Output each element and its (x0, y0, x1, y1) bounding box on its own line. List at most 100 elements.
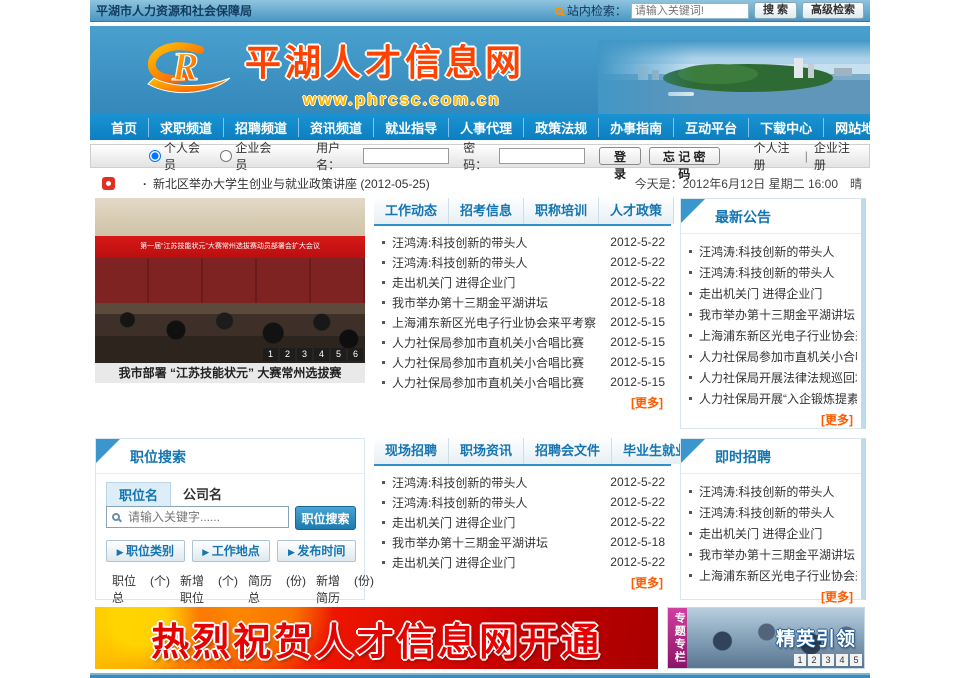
photo-page-button[interactable]: 4 (314, 348, 329, 361)
bullet-icon (382, 381, 385, 384)
nav-item[interactable]: 政策法规 (523, 118, 598, 137)
announcement-item[interactable]: 上海浦东新区光电子行业协会来平考 (689, 325, 857, 346)
side-banner-page-button[interactable]: 2 (808, 654, 820, 666)
bullet-icon (689, 355, 692, 358)
side-banner-page-button[interactable]: 4 (836, 654, 848, 666)
bullet-icon (382, 341, 385, 344)
recruit-item[interactable]: 汪鸿涛:科技创新的带头人 2012-5-22 (382, 492, 665, 512)
photo-page-button[interactable]: 1 (263, 348, 278, 361)
nav-item[interactable]: 就业指导 (373, 118, 448, 137)
job-filter-button[interactable]: 工作地点 (192, 540, 271, 562)
search-icon (555, 7, 563, 15)
recruit-item[interactable]: 汪鸿涛:科技创新的带头人 2012-5-22 (382, 472, 665, 492)
forgot-password-button[interactable]: 忘 记 密 码 (649, 147, 720, 165)
radio-personal[interactable] (149, 150, 161, 162)
ticker-text[interactable]: 新北区举办大学生创业与就业政策讲座 (2012-05-25) (143, 175, 430, 192)
password-field[interactable] (499, 148, 585, 164)
register-company-link[interactable]: 企业注册 (814, 139, 859, 173)
news-tabs-block: 工作动态 招考信息 职称培训 人才政策 汪鸿涛:科技创新的带头人 2012-5-… (374, 198, 671, 429)
svg-text:R: R (171, 44, 199, 89)
news-tab[interactable]: 招考信息 (449, 198, 524, 224)
announcement-item[interactable]: 我市举办第十三期金平湖讲坛 (689, 304, 857, 325)
bullet-icon (382, 321, 385, 324)
advanced-search-button[interactable]: 高级检索 (802, 2, 864, 19)
photo-pagination: 1 2 3 4 5 6 (263, 348, 363, 361)
announcement-item[interactable]: 人力社保局开展法律法规巡回培训 (689, 367, 857, 388)
news-more-link[interactable]: [更多] (374, 392, 671, 411)
conference-photo[interactable]: 第一届“江苏技能状元”大赛常州选拔赛动员部署会扩大会议 1 2 3 4 5 (95, 198, 365, 363)
news-item[interactable]: 汪鸿涛:科技创新的带头人 2012-5-22 (382, 232, 665, 252)
celebration-banner[interactable]: 热烈祝贺人才信息网开通 (95, 607, 658, 669)
news-item[interactable]: 上海浦东新区光电子行业协会来平考察 2012-5-15 (382, 312, 665, 332)
bullet-icon (689, 250, 692, 253)
nav-item[interactable]: 资讯频道 (298, 118, 373, 137)
side-banner-page-button[interactable]: 3 (822, 654, 834, 666)
special-column-title: 精英引领 (776, 624, 856, 651)
announcement-item[interactable]: 汪鸿涛:科技创新的带头人 (689, 262, 857, 283)
job-filter-button[interactable]: 职位类别 (106, 540, 185, 562)
site-title: 平湖人才信息网 (245, 34, 525, 86)
site-search-input[interactable] (631, 3, 749, 19)
announcement-title: 人力社保局参加市直机关小合唱比赛 (699, 348, 857, 365)
announcement-item[interactable]: 人力社保局开展“入企锻炼提素质” (689, 388, 857, 409)
news-item[interactable]: 人力社保局参加市直机关小合唱比赛 2012-5-15 (382, 352, 665, 372)
news-item[interactable]: 汪鸿涛:科技创新的带头人 2012-5-22 (382, 252, 665, 272)
register-personal-link[interactable]: 个人注册 (754, 139, 799, 173)
nav-item[interactable]: 人事代理 (448, 118, 523, 137)
news-item[interactable]: 人力社保局参加市直机关小合唱比赛 2012-5-15 (382, 332, 665, 352)
photo-page-button[interactable]: 2 (280, 348, 295, 361)
keyword-input[interactable] (128, 510, 283, 524)
nav-item[interactable]: 网站地图 (823, 118, 898, 137)
recruit-item[interactable]: 走出机关门 进得企业门 2012-5-22 (382, 552, 665, 572)
side-banner-page-button[interactable]: 1 (794, 654, 806, 666)
news-item[interactable]: 我市举办第十三期金平湖讲坛 2012-5-18 (382, 292, 665, 312)
instant-recruit-item[interactable]: 我市举办第十三期金平湖讲坛 (689, 544, 857, 565)
nav-item[interactable]: 招聘频道 (223, 118, 298, 137)
news-tab[interactable]: 职称培训 (524, 198, 599, 224)
announcement-item[interactable]: 汪鸿涛:科技创新的带头人 (689, 241, 857, 262)
photo-page-button[interactable]: 6 (348, 348, 363, 361)
instant-recruit-item[interactable]: 上海浦东新区光电子行业协会来平考 (689, 565, 857, 586)
recruit-title: 走出机关门 进得企业门 (392, 514, 515, 531)
nav-item[interactable]: 下载中心 (748, 118, 823, 137)
instant-recruit-text: 走出机关门 进得企业门 (699, 525, 822, 542)
side-banner-page-button[interactable]: 5 (850, 654, 862, 666)
tab-company-name[interactable]: 公司名 (171, 482, 234, 506)
news-tab[interactable]: 工作动态 (374, 198, 449, 224)
photo-page-button[interactable]: 5 (331, 348, 346, 361)
news-tab[interactable]: 人才政策 (599, 198, 674, 224)
photo-caption[interactable]: 我市部署 “江苏技能状元” 大赛常州选拔赛 (95, 363, 365, 383)
tab-position-name[interactable]: 职位名 (106, 482, 171, 506)
nav-item[interactable]: 互动平台 (673, 118, 748, 137)
nav-item[interactable]: 首页 (100, 118, 148, 137)
radio-company[interactable] (220, 150, 232, 162)
recruit-item[interactable]: 走出机关门 进得企业门 2012-5-22 (382, 512, 665, 532)
special-column-banner[interactable]: 专题专栏 精英引领 1 2 3 4 5 (667, 607, 865, 669)
recruit-tab[interactable]: 招聘会文件 (524, 438, 612, 464)
recruit-more-link[interactable]: [更多] (374, 572, 671, 591)
instant-recruit-text: 汪鸿涛:科技创新的带头人 (699, 504, 834, 521)
recruit-item[interactable]: 我市举办第十三期金平湖讲坛 2012-5-18 (382, 532, 665, 552)
job-filter-button[interactable]: 发布时间 (277, 540, 356, 562)
announcement-item[interactable]: 走出机关门 进得企业门 (689, 283, 857, 304)
instant-recruit-item[interactable]: 汪鸿涛:科技创新的带头人 (689, 502, 857, 523)
announcement-title: 人力社保局开展“入企锻炼提素质” (699, 390, 857, 407)
announcement-item[interactable]: 人力社保局参加市直机关小合唱比赛 (689, 346, 857, 367)
photo-page-button[interactable]: 3 (297, 348, 312, 361)
nav-item[interactable]: 求职频道 (148, 118, 223, 137)
username-field[interactable] (363, 148, 449, 164)
recruit-tab[interactable]: 现场招聘 (374, 438, 449, 464)
instant-recruit-item[interactable]: 走出机关门 进得企业门 (689, 523, 857, 544)
news-item[interactable]: 走出机关门 进得企业门 2012-5-22 (382, 272, 665, 292)
login-button[interactable]: 登 录 (599, 147, 641, 165)
nav-item[interactable]: 办事指南 (598, 118, 673, 137)
instant-more-link[interactable]: [更多] (681, 586, 861, 605)
member-company-radio[interactable]: 企业会员 (220, 139, 279, 173)
job-search-button[interactable]: 职位搜索 (295, 506, 356, 530)
member-personal-radio[interactable]: 个人会员 (149, 139, 208, 173)
recruit-tab[interactable]: 职场资讯 (449, 438, 524, 464)
site-search-button[interactable]: 搜 索 (754, 2, 797, 19)
instant-recruit-item[interactable]: 汪鸿涛:科技创新的带头人 (689, 481, 857, 502)
announcements-more-link[interactable]: [更多] (681, 409, 861, 428)
news-item[interactable]: 人力社保局参加市直机关小合唱比赛 2012-5-15 (382, 372, 665, 392)
